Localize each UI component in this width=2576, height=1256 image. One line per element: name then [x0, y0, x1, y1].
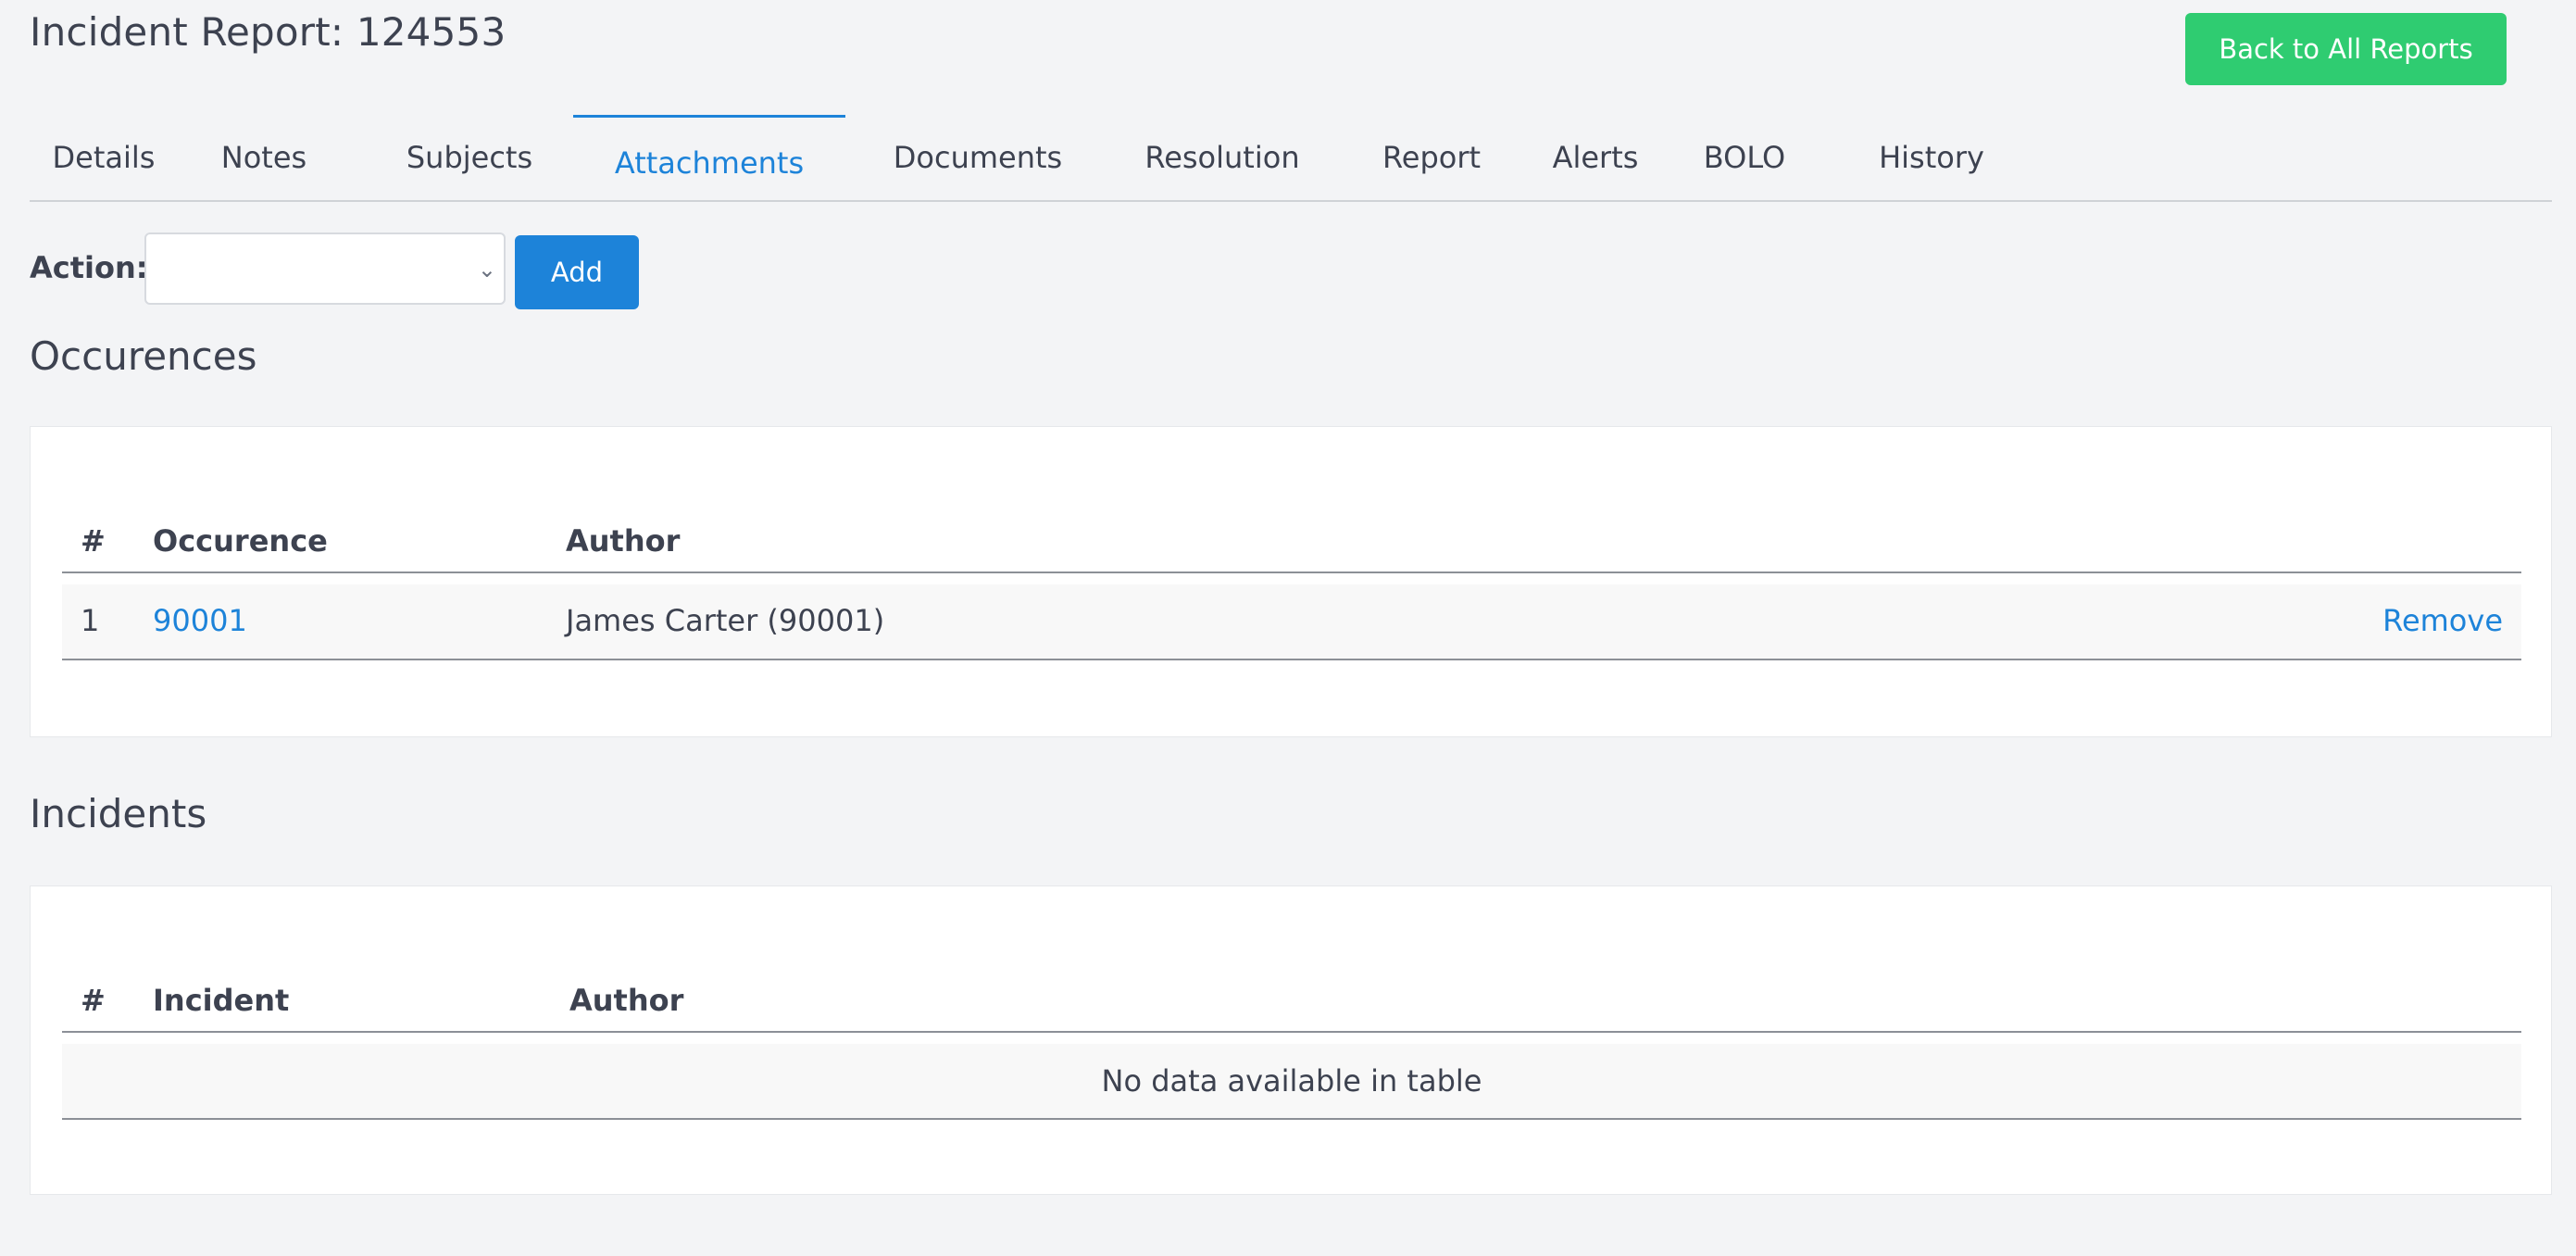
- tab-subjects[interactable]: Subjects: [394, 115, 544, 200]
- action-label: Action:: [30, 250, 148, 285]
- back-to-all-reports-button[interactable]: Back to All Reports: [2185, 13, 2507, 85]
- tab-notes[interactable]: Notes: [209, 115, 319, 200]
- add-button[interactable]: Add: [515, 235, 639, 309]
- chevron-down-icon: ⌄: [477, 257, 496, 283]
- remove-link[interactable]: Remove: [2382, 603, 2503, 638]
- occurence-link[interactable]: 90001: [153, 603, 247, 638]
- page-title: Incident Report: 124553: [30, 9, 506, 55]
- empty-table-message: No data available in table: [62, 1044, 2521, 1120]
- incidents-table-header: # Incident Author: [62, 973, 2521, 1033]
- tab-history[interactable]: History: [1865, 115, 1998, 200]
- row-author: James Carter (90001): [566, 603, 885, 638]
- tab-resolution[interactable]: Resolution: [1124, 115, 1320, 200]
- column-header-occurence[interactable]: Occurence: [153, 523, 328, 559]
- tab-bar: Details Notes Subjects Attachments Docum…: [30, 115, 2552, 202]
- occurences-card: # Occurence Author 1 90001 James Carter …: [30, 426, 2552, 737]
- tab-details[interactable]: Details: [46, 115, 161, 200]
- occurences-heading: Occurences: [30, 333, 257, 379]
- tab-documents[interactable]: Documents: [880, 115, 1076, 200]
- tab-report[interactable]: Report: [1364, 115, 1499, 200]
- column-header-number: #: [81, 983, 106, 1018]
- occurences-table-header: # Occurence Author: [62, 514, 2521, 573]
- tab-bolo[interactable]: BOLO: [1696, 115, 1793, 200]
- column-header-author[interactable]: Author: [566, 523, 680, 559]
- incidents-heading: Incidents: [30, 791, 207, 836]
- table-row: 1 90001 James Carter (90001) Remove: [62, 584, 2521, 660]
- column-header-number: #: [81, 523, 106, 559]
- column-header-author[interactable]: Author: [569, 983, 683, 1018]
- incidents-card: # Incident Author No data available in t…: [30, 885, 2552, 1195]
- row-number: 1: [81, 603, 100, 638]
- action-select[interactable]: ⌄: [144, 232, 506, 305]
- column-header-incident[interactable]: Incident: [153, 983, 289, 1018]
- tab-alerts[interactable]: Alerts: [1541, 115, 1650, 200]
- tab-attachments[interactable]: Attachments: [573, 115, 845, 202]
